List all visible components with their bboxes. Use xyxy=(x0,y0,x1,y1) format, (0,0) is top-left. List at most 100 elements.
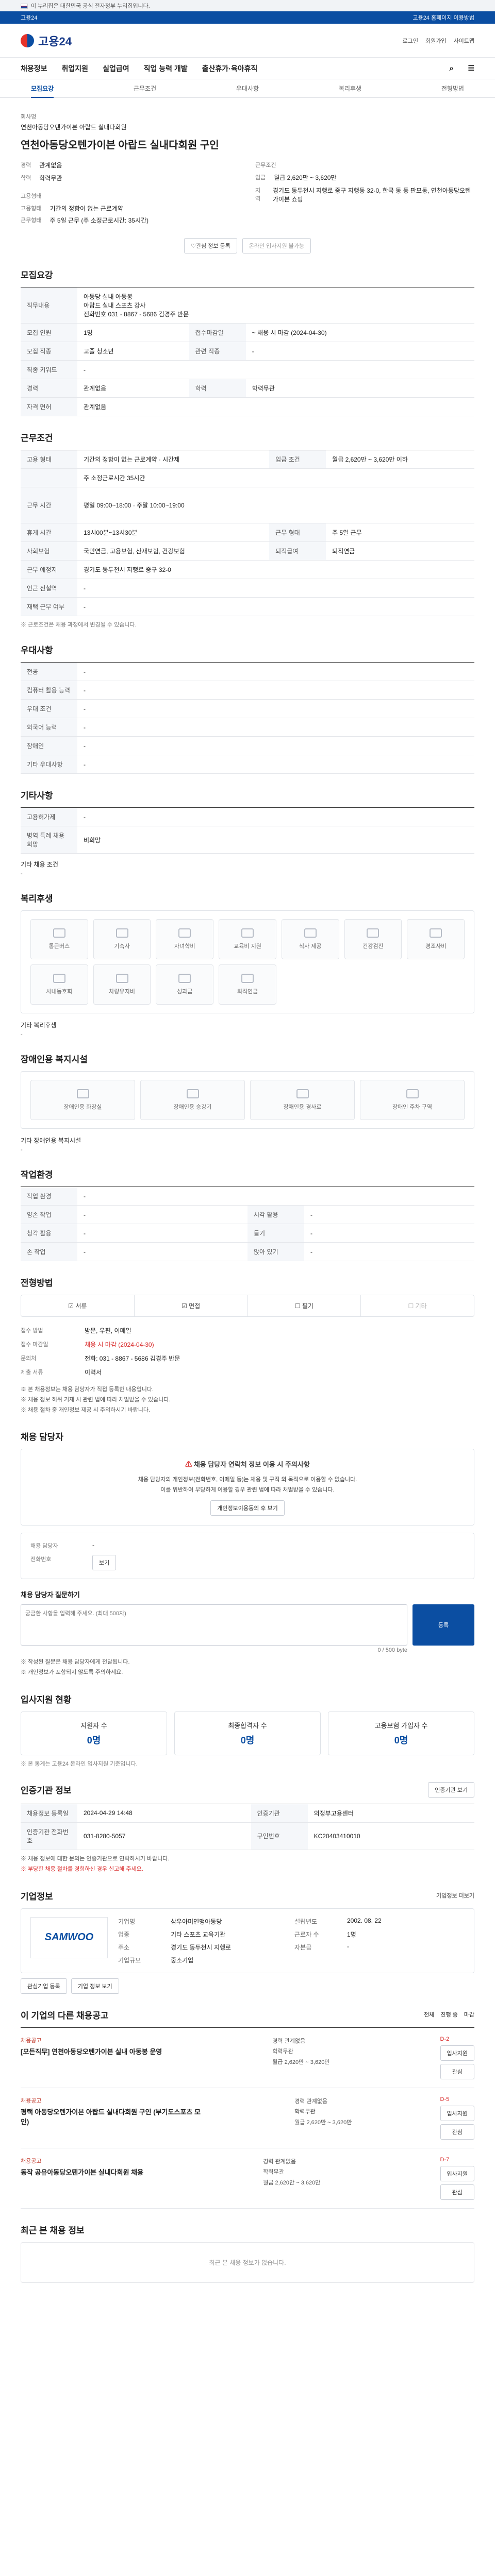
verify-button[interactable]: 개인정보이용동의 후 보기 xyxy=(210,1500,285,1516)
filter-all[interactable]: 전체 xyxy=(424,2010,434,2019)
interest-button[interactable]: ♡ 관심 정보 등록 xyxy=(184,238,237,253)
row-value: - xyxy=(304,1205,474,1224)
filter-closed[interactable]: 마감 xyxy=(464,2010,474,2019)
docs-label: 제출 서류 xyxy=(21,1369,43,1376)
row-value: - xyxy=(77,360,474,379)
recruit-section: 모집요강 직무내용 아동당 실내 아동봉 아랍드 실내 스포츠 강사 전화번호 … xyxy=(21,268,474,416)
contact-warning: ⚠ 채용 담당자 연락처 정보 이용 시 주의사항 채용 담당자의 개인정보(전… xyxy=(21,1449,474,1526)
company-fields: 기업명 삼우아미연맹아동당 설립년도 2002. 08. 22 업종 기타 스포츠 교육… xyxy=(118,1917,382,1964)
list-item[interactable]: 채용공고 동작 공유아동당오텐가이븐 실내다회원 채용 경력 관계없음 학력무관 월급… xyxy=(21,2148,474,2209)
tab-recruit[interactable]: 모집요강 xyxy=(31,84,54,98)
company-section: 기업정보 기업정보 더보기 SAMWOO 기업명 삼우아미연맹아동당 설립년도 200… xyxy=(21,1889,474,1994)
apply-button[interactable]: 입사지원 xyxy=(440,2165,474,2181)
welfare-tile: 자녀학비 xyxy=(156,919,214,959)
inquiry-form: 0 / 500 byte 등록 xyxy=(21,1604,474,1653)
tab-work[interactable]: 근무조건 xyxy=(134,84,156,93)
interest-button[interactable]: 관심 xyxy=(440,2063,474,2079)
sub-tabs: 모집요강 근무조건 우대사항 복리후생 전형방법 xyxy=(0,79,495,98)
company-title: 기업정보 xyxy=(21,1891,53,1902)
work-section: 근무조건 고용 형태 기간의 정함이 없는 근로계약 · 시간제 임금 조건 월급 2… xyxy=(21,431,474,629)
apply-button[interactable]: 입사지원 xyxy=(440,2105,474,2121)
welfare-title: 복리후생 xyxy=(21,894,53,904)
welfare-tile: 사내동호회 xyxy=(30,964,88,1005)
health-icon xyxy=(367,928,380,938)
sitemap-link[interactable]: 사이트맵 xyxy=(454,37,474,45)
list-item[interactable]: 채용공고 평택 아동당오텐가이븐 아랍드 실내다회원 구인 (부기도스포츠 모인)… xyxy=(21,2088,474,2148)
row-label: 직종 키워드 xyxy=(21,360,77,379)
recent-section: 최근 본 채용 정보 최근 본 채용 정보가 없습니다. xyxy=(21,2223,474,2283)
register-view-button[interactable]: 인증기관 보기 xyxy=(428,1782,474,1798)
company-logo: SAMWOO xyxy=(30,1917,108,1958)
main-nav: 채용정보 취업지원 실업급여 직업 능력 개발 출산휴가·육아휴직 ⌕ ☰ xyxy=(0,58,495,79)
tab-preference[interactable]: 우대사항 xyxy=(236,84,259,93)
row-label: 인근 전철역 xyxy=(21,579,77,598)
list-item[interactable]: 채용공고 [모든직무] 연천아동당오텐가이븐 실내 아동봉 운영 경력 관계없음 학… xyxy=(21,2028,474,2088)
nav-item-employment-support[interactable]: 취업지원 xyxy=(62,63,89,74)
tab-selection[interactable]: 전형방법 xyxy=(441,84,464,93)
row-label: 근무 형태 xyxy=(269,523,326,542)
row-label: 모집 인원 xyxy=(21,323,77,342)
tab-welfare[interactable]: 복리후생 xyxy=(339,84,361,93)
note-line: ※ 작성된 질문은 채용 담당자에게 전달됩니다. xyxy=(21,1659,130,1666)
row-value: - xyxy=(77,597,474,616)
disability-note-label: 기타 장애인용 복지시설 xyxy=(21,1137,81,1144)
warning-title: 채용 담당자 연락처 정보 이용 시 주의사항 xyxy=(193,1461,310,1469)
other-title: 기타사항 xyxy=(21,791,53,801)
company-more-link[interactable]: 기업정보 더보기 xyxy=(436,1891,474,1900)
row-value: - xyxy=(245,342,474,361)
welfare-tile: 교육비 지원 xyxy=(219,919,276,959)
interest-button[interactable]: 관심 xyxy=(440,2184,474,2200)
apply-button[interactable]: 온라인 입사지원 불가능 xyxy=(242,238,311,253)
row-label: 고용 형태 xyxy=(21,450,77,469)
parking-icon xyxy=(406,1089,419,1098)
house-icon xyxy=(116,928,128,938)
filter-active[interactable]: 진행 중 xyxy=(440,2010,457,2019)
row-label: 모집 직종 xyxy=(21,342,77,361)
selection-section: 전형방법 ☑ 서류 ☑ 면접 ☐ 필기 ☐ 기타 접수 방법 방문, 우편, 이메… xyxy=(21,1276,474,1415)
disability-title: 장애인용 복지시설 xyxy=(21,1055,88,1064)
company-detail-button[interactable]: 기업 정보 보기 xyxy=(71,1978,119,1994)
club-icon xyxy=(53,974,65,983)
welfare-tiles: 통근버스 기숙사 자녀학비 교육비 지원 식사 제공 건강검진 경조사비 사내동… xyxy=(30,919,465,1005)
nav-item-unemployment[interactable]: 실업급여 xyxy=(103,63,129,74)
signup-link[interactable]: 회원가입 xyxy=(425,37,446,45)
step-empty-icon: ☐ xyxy=(408,1302,416,1310)
top-strip-right[interactable]: 고용24 홈페이지 이용방법 xyxy=(412,13,474,22)
selection-notes: ※ 본 채용정보는 채용 담당자가 직접 등록한 내용입니다. ※ 채용 정보 … xyxy=(21,1385,474,1415)
stats-note: ※ 본 통계는 고용24 온라인 입사지원 기준입니다. xyxy=(21,1760,138,1767)
work-type-label: 근무형태 xyxy=(21,217,42,224)
nav-item-leave[interactable]: 출산휴가·육아휴직 xyxy=(202,63,258,74)
row-label: 인증기관 xyxy=(251,1804,308,1823)
phone-view-button[interactable]: 보기 xyxy=(92,1555,117,1571)
interest-button[interactable]: 관심 xyxy=(440,2124,474,2140)
note-line: ※ 부당한 채용 절차를 경험하신 경우 신고해 주세요. xyxy=(21,1866,143,1872)
recruit-title: 모집요강 xyxy=(21,270,53,280)
nav-item-training[interactable]: 직업 능력 개발 xyxy=(144,63,188,74)
row-value: 평일 09:00~18:00 · 주말 10:00~19:00 xyxy=(77,487,474,523)
row-label: 기타 우대사항 xyxy=(21,755,77,774)
menu-icon[interactable]: ☰ xyxy=(468,64,474,73)
company-interest-button[interactable]: 관심기업 등록 xyxy=(21,1978,67,1994)
register-table: 채용정보 등록일 2024-04-29 14:48 인증기관 의정부고용센터 인증기관… xyxy=(21,1803,474,1850)
login-link[interactable]: 로그인 xyxy=(403,37,418,45)
register-title: 인증기관 정보 xyxy=(21,1786,72,1796)
inquiry-textarea[interactable] xyxy=(21,1604,407,1646)
deadline-label: 접수 마감일 xyxy=(21,1342,48,1348)
search-icon[interactable]: ⌕ xyxy=(450,64,454,73)
row-label: 우대 조건 xyxy=(21,699,77,718)
note-line: ※ 채용 정보에 대한 문의는 인증기관으로 연락하시기 바랍니다. xyxy=(21,1855,170,1862)
career-value: 관계없음 xyxy=(39,162,62,169)
welfare-tile: 차량유지비 xyxy=(93,964,151,1005)
inquiry-submit-button[interactable]: 등록 xyxy=(412,1604,474,1646)
row-label: 손 작업 xyxy=(21,1242,77,1261)
recruit-table: 직무내용 아동당 실내 아동봉 아랍드 실내 스포츠 강사 전화번호 031 -… xyxy=(21,287,474,416)
row-label: 장애인 xyxy=(21,736,77,755)
apply-button[interactable]: 입사지원 xyxy=(440,2045,474,2061)
nav-item-jobs[interactable]: 채용정보 xyxy=(21,63,47,74)
row-value: - xyxy=(77,699,474,718)
site-logo[interactable]: 고용24 xyxy=(21,32,72,49)
row-value: - xyxy=(77,681,474,700)
welfare-tile: 건강검진 xyxy=(344,919,402,959)
stats-section: 입사지원 현황 지원자 수 0명 최종합격자 수 0명 고용보험 가입자 수 0명 ※… xyxy=(21,1692,474,1768)
row-value: 퇴직연금 xyxy=(326,541,474,561)
